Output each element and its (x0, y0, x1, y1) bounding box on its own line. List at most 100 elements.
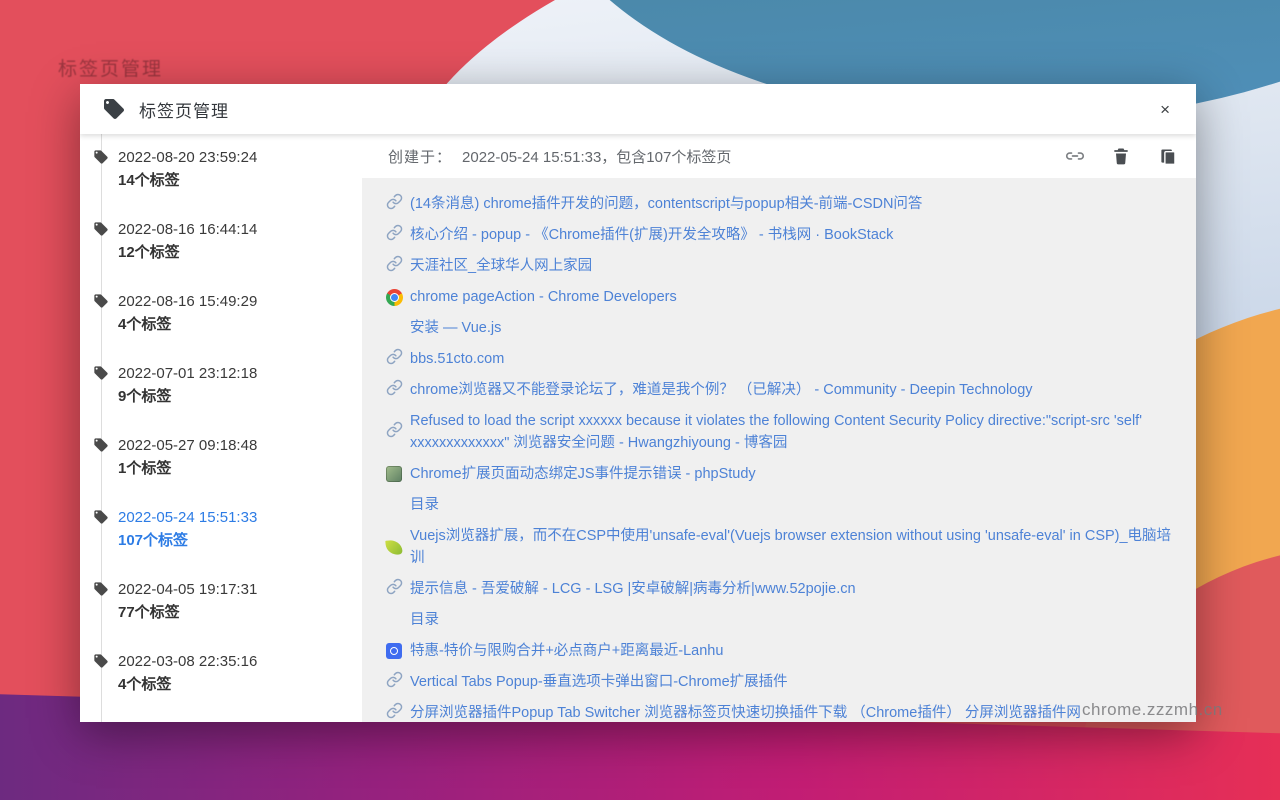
favicon-slot (386, 497, 406, 514)
tag-icon (93, 509, 109, 525)
favicon-slot (386, 671, 406, 693)
tab-link-row: Refused to load the script xxxxxx becaus… (386, 410, 1178, 454)
tab-link[interactable]: Chrome扩展页面动态绑定JS事件提示错误 - phpStudy (410, 463, 756, 485)
tab-link[interactable]: bbs.51cto.com (410, 348, 504, 370)
tab-link-list: (14条消息) chrome插件开发的问题，contentscript与popu… (362, 178, 1196, 722)
lanhu-favicon (386, 643, 402, 659)
tab-link[interactable]: 目录 (410, 494, 439, 516)
sidebar-group[interactable]: 2022-07-01 23:12:189个标签 (80, 362, 362, 408)
tab-link-row: 核心介绍 - popup - 《Chrome插件(扩展)开发全攻略》 - 书栈网… (386, 224, 1178, 246)
tab-link-row: (14条消息) chrome插件开发的问题，contentscript与popu… (386, 193, 1178, 215)
group-date: 2022-03-08 22:35:16 (118, 650, 354, 673)
vuejs-leaf-favicon (385, 539, 402, 556)
created-value: 2022-05-24 15:51:33，包含107个标签页 (462, 146, 731, 167)
favicon-slot (386, 193, 406, 215)
tab-link[interactable]: 目录 (410, 609, 439, 631)
favicon-slot (386, 320, 406, 337)
tab-link[interactable]: (14条消息) chrome插件开发的问题，contentscript与popu… (410, 193, 922, 215)
group-count: 107个标签 (118, 529, 354, 552)
tab-link-row: 目录 (386, 494, 1178, 516)
favicon-slot (386, 255, 406, 277)
page-title: 标签页管理 (139, 97, 229, 122)
link-icon (386, 421, 403, 443)
tab-link[interactable]: Vuejs浏览器扩展，而不在CSP中使用'unsafe-eval'(Vuejs … (410, 525, 1178, 569)
created-label: 创建于： (388, 146, 452, 167)
sidebar-group[interactable]: 2022-08-20 23:59:2414个标签 (80, 146, 362, 192)
delete-session-button[interactable] (1110, 145, 1132, 167)
tab-link-row: 特惠-特价与限购合并+必点商户+距离最近-Lanhu (386, 640, 1178, 662)
favicon-slot (386, 466, 406, 482)
sidebar-group[interactable]: 2022-08-16 15:49:294个标签 (80, 290, 362, 336)
favicon-slot (386, 379, 406, 401)
group-count: 1个标签 (118, 457, 354, 480)
session-detail-header: 创建于： 2022-05-24 15:51:33，包含107个标签页 (362, 134, 1196, 178)
favicon-slot (386, 540, 406, 555)
sidebar-group[interactable]: 2022-04-05 19:17:3177个标签 (80, 578, 362, 624)
group-date: 2022-08-16 15:49:29 (118, 290, 354, 313)
tab-link-row: 安装 — Vue.js (386, 317, 1178, 339)
phpstudy-favicon (386, 466, 402, 482)
favicon-slot (386, 578, 406, 600)
link-icon (386, 702, 403, 722)
tab-link-row: 目录 (386, 609, 1178, 631)
group-date: 2022-04-05 19:17:31 (118, 578, 354, 601)
favicon-slot (386, 643, 406, 659)
tag-icon (93, 365, 109, 381)
tag-icon (93, 653, 109, 669)
session-actions (1064, 145, 1178, 167)
tab-link-row: chrome浏览器又不能登录论坛了，难道是我个例？ （已解决） - Commun… (386, 379, 1178, 401)
tag-icon (93, 149, 109, 165)
sidebar-group-list: 2022-08-20 23:59:2414个标签 2022-08-16 16:44… (80, 146, 362, 722)
link-icon (386, 193, 403, 215)
tab-link[interactable]: 天涯社区_全球华人网上家园 (410, 255, 592, 277)
tab-link[interactable]: Refused to load the script xxxxxx becaus… (410, 410, 1178, 454)
link-icon (1064, 145, 1086, 167)
link-icon (386, 255, 403, 277)
copy-session-button[interactable] (1156, 145, 1178, 167)
link-icon (386, 224, 403, 246)
session-timeline: 2022-08-20 23:59:2414个标签 2022-08-16 16:44… (80, 134, 362, 722)
favicon-slot (386, 348, 406, 370)
tab-link[interactable]: chrome浏览器又不能登录论坛了，难道是我个例？ （已解决） - Commun… (410, 379, 1033, 401)
link-icon (386, 578, 403, 600)
close-button[interactable]: × (1154, 97, 1176, 122)
tab-link-row: Chrome扩展页面动态绑定JS事件提示错误 - phpStudy (386, 463, 1178, 485)
sidebar-group[interactable]: 2022-03-08 22:35:164个标签 (80, 650, 362, 696)
sidebar-group[interactable]: 2022-05-27 09:18:481个标签 (80, 434, 362, 480)
tab-link-row: bbs.51cto.com (386, 348, 1178, 370)
open-links-button[interactable] (1064, 145, 1086, 167)
tab-link[interactable]: 安装 — Vue.js (410, 317, 501, 339)
tab-manager-modal: 标签页管理 × 2022-08-20 23:59:2414个标签2022-08-… (80, 84, 1196, 722)
group-date: 2022-07-01 23:12:18 (118, 362, 354, 385)
group-date: 2022-05-24 15:51:33 (118, 506, 354, 529)
tag-icon (102, 97, 126, 121)
group-count: 4个标签 (118, 673, 354, 696)
tag-icon (93, 581, 109, 597)
link-icon (386, 348, 403, 370)
tab-link-row: 分屏浏览器插件Popup Tab Switcher 浏览器标签页快速切换插件下载… (386, 702, 1178, 722)
tab-link[interactable]: chrome pageAction - Chrome Developers (410, 286, 677, 308)
group-count: 9个标签 (118, 385, 354, 408)
tab-link[interactable]: 提示信息 - 吾爱破解 - LCG - LSG |安卓破解|病毒分析|www.5… (410, 578, 856, 600)
link-icon (386, 379, 403, 401)
tab-link[interactable]: 特惠-特价与限购合并+必点商户+距离最近-Lanhu (410, 640, 723, 662)
session-detail: 创建于： 2022-05-24 15:51:33，包含107个标签页 (362, 134, 1196, 722)
favicon-slot (386, 421, 406, 443)
favicon-slot (386, 702, 406, 722)
favicon-slot (386, 224, 406, 246)
sidebar-group[interactable]: 2022-08-16 16:44:1412个标签 (80, 218, 362, 264)
tab-link-row: 提示信息 - 吾爱破解 - LCG - LSG |安卓破解|病毒分析|www.5… (386, 578, 1178, 600)
group-count: 4个标签 (118, 313, 354, 336)
tag-icon (93, 437, 109, 453)
group-date: 2022-08-16 16:44:14 (118, 218, 354, 241)
tab-link[interactable]: 分屏浏览器插件Popup Tab Switcher 浏览器标签页快速切换插件下载… (410, 702, 1081, 722)
favicon-placeholder (386, 497, 403, 514)
group-count: 12个标签 (118, 241, 354, 264)
tab-link[interactable]: 核心介绍 - popup - 《Chrome插件(扩展)开发全攻略》 - 书栈网… (410, 224, 893, 246)
group-count: 77个标签 (118, 601, 354, 624)
chrome-favicon (386, 289, 403, 306)
tab-link[interactable]: Vertical Tabs Popup-垂直选项卡弹出窗口-Chrome扩展插件 (410, 671, 788, 693)
tab-link-row: Vuejs浏览器扩展，而不在CSP中使用'unsafe-eval'(Vuejs … (386, 525, 1178, 569)
sidebar-group[interactable]: 2022-05-24 15:51:33107个标签 (80, 506, 362, 552)
tab-link-row: 天涯社区_全球华人网上家园 (386, 255, 1178, 277)
